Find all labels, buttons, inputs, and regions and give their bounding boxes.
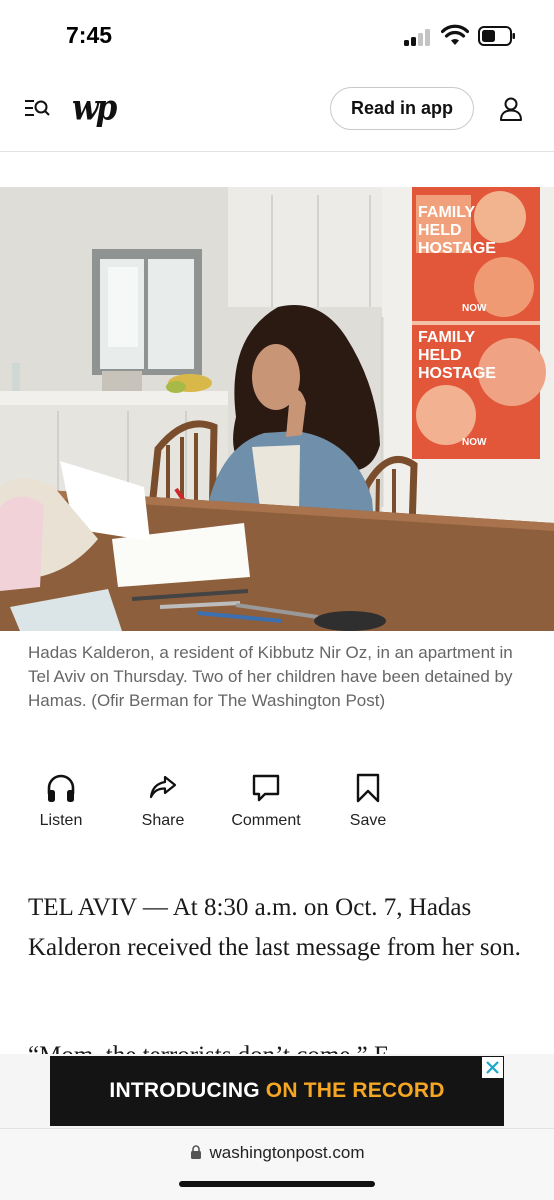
browser-url-bar[interactable]: washingtonpost.com bbox=[0, 1128, 554, 1200]
photo-caption: Hadas Kalderon, a resident of Kibbutz Ni… bbox=[28, 643, 513, 710]
comment-label: Comment bbox=[231, 812, 301, 829]
account-icon[interactable] bbox=[498, 96, 524, 122]
article-next-paragraph: “Mom, the terrorists don’t come,” E... bbox=[28, 1040, 528, 1054]
save-label: Save bbox=[349, 812, 387, 829]
share-button[interactable]: Share bbox=[118, 772, 208, 830]
listen-label: Listen bbox=[39, 812, 83, 829]
home-indicator[interactable] bbox=[179, 1181, 375, 1187]
svg-text:HELD: HELD bbox=[418, 222, 462, 239]
article-lead-paragraph: TEL AVIV — At 8:30 a.m. on Oct. 7, Hadas… bbox=[28, 894, 521, 961]
cellular-signal-icon bbox=[404, 28, 434, 46]
menu-search-icon[interactable] bbox=[24, 97, 50, 119]
ad-close-button[interactable] bbox=[482, 1057, 503, 1078]
ad-text-on-the-record: ON THE RECORD bbox=[265, 1079, 445, 1102]
site-header: wp Read in app bbox=[0, 62, 554, 152]
lock-icon bbox=[190, 1145, 201, 1159]
status-time: 7:45 bbox=[66, 22, 113, 48]
ad-text-introducing: INTRODUCING bbox=[109, 1079, 260, 1102]
save-button[interactable]: Save bbox=[323, 772, 413, 830]
article-actions: Listen Share Comment Save bbox=[0, 772, 554, 836]
svg-text:FAMILY: FAMILY bbox=[418, 329, 476, 346]
svg-text:HOSTAGE: HOSTAGE bbox=[418, 240, 496, 257]
wifi-icon bbox=[441, 24, 469, 45]
ad-container: INTRODUCING ON THE RECORD bbox=[0, 1054, 554, 1128]
comment-icon bbox=[252, 774, 280, 802]
article-next-text: “Mom, the terrorists don’t come,” E... bbox=[28, 1042, 408, 1054]
svg-text:HOSTAGE: HOSTAGE bbox=[418, 365, 496, 382]
comment-button[interactable]: Comment bbox=[221, 772, 311, 830]
share-icon bbox=[149, 775, 177, 799]
listen-button[interactable]: Listen bbox=[16, 772, 106, 830]
share-label: Share bbox=[141, 812, 185, 829]
svg-text:NOW: NOW bbox=[462, 303, 487, 314]
washington-post-logo[interactable]: wp bbox=[72, 87, 117, 128]
bookmark-icon bbox=[356, 773, 380, 803]
close-icon bbox=[486, 1061, 499, 1074]
ad-banner[interactable]: INTRODUCING ON THE RECORD bbox=[50, 1056, 504, 1126]
url-display[interactable]: washingtonpost.com bbox=[0, 1143, 554, 1163]
svg-text:HELD: HELD bbox=[418, 347, 462, 364]
svg-text:NOW: NOW bbox=[462, 437, 487, 448]
read-in-app-button[interactable]: Read in app bbox=[330, 87, 474, 130]
headphones-icon bbox=[47, 774, 75, 802]
status-bar: 7:45 bbox=[0, 0, 554, 62]
article-photo[interactable]: FAMILY HELD HOSTAGE FAMILY HELD HOSTAGE … bbox=[0, 187, 554, 631]
poster-text-top: FAMILY bbox=[418, 204, 476, 221]
url-domain: washingtonpost.com bbox=[209, 1143, 365, 1162]
battery-icon bbox=[478, 26, 515, 46]
